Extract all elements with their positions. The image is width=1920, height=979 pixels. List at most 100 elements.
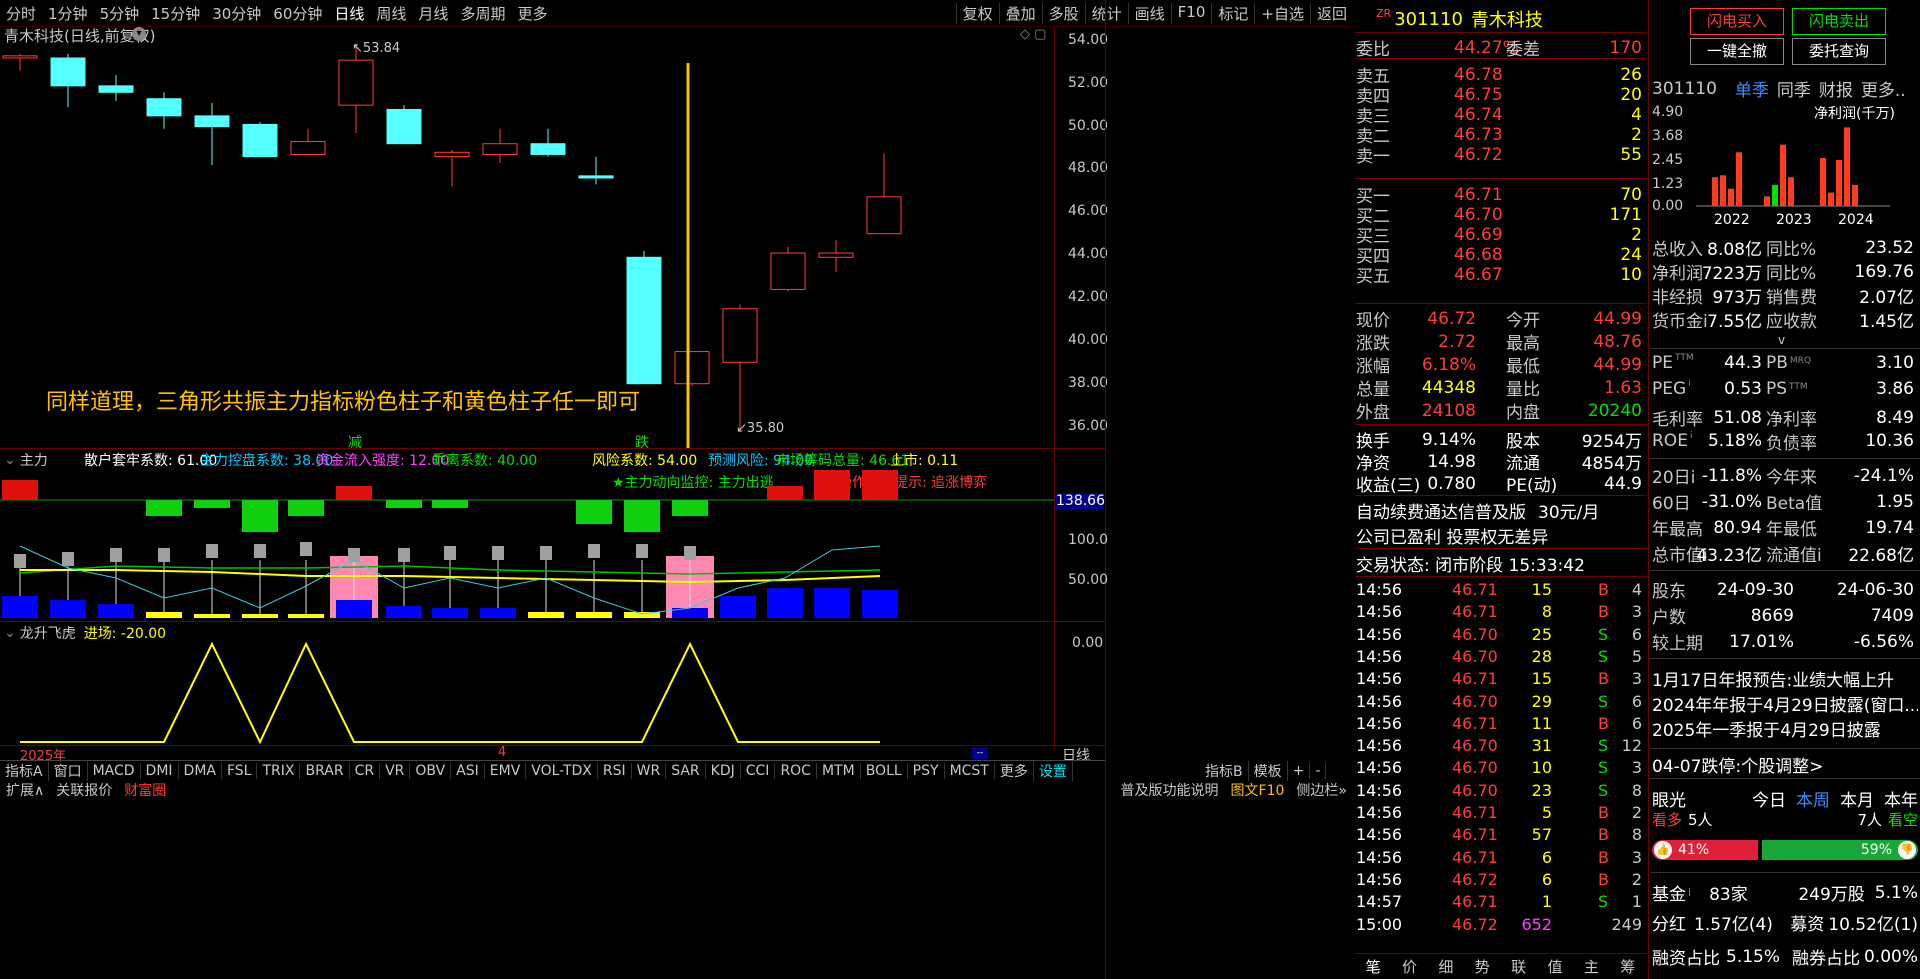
limit-note[interactable]: 04-07跌停:个股调整> [1652, 752, 1823, 777]
news-item[interactable]: 2024年年报于4月29日披露(窗口... [1652, 691, 1918, 716]
period-tab[interactable]: 分时 [0, 3, 42, 24]
eye-tab[interactable]: 本月 [1840, 786, 1874, 811]
period-tab[interactable]: 1分钟 [42, 3, 94, 24]
eye-tab[interactable]: 本周 [1796, 786, 1830, 811]
quote-tab[interactable]: 价 [1391, 956, 1427, 977]
quote-tab[interactable]: 联 [1501, 956, 1537, 977]
dropdown-icon[interactable]: ⌄ [4, 452, 16, 468]
indicator-tab[interactable]: VR [380, 763, 411, 779]
status-link[interactable]: 关联报价 [50, 780, 118, 800]
indicator-tab[interactable]: TRIX [257, 763, 301, 779]
indicator2-chart [20, 641, 880, 745]
period-tab[interactable]: 多周期 [454, 3, 511, 24]
toolbar-button[interactable]: 统计 [1084, 2, 1128, 24]
toolbar-button[interactable]: +自选 [1254, 2, 1310, 24]
indicator-tab[interactable]: 更多 [995, 761, 1034, 781]
expand-icon[interactable]: v [1778, 333, 1785, 347]
status-link[interactable]: 财富圈 [118, 780, 172, 800]
indicator1-bar [862, 470, 898, 500]
toolbar-button[interactable]: 叠加 [998, 2, 1042, 24]
toolbar-button[interactable]: 画线 [1127, 2, 1171, 24]
dropdown-icon[interactable]: ⌄ [4, 625, 16, 641]
indicator1-vol-bar [2, 596, 38, 618]
quote-tab[interactable]: 值 [1537, 956, 1573, 977]
notice-renewal[interactable]: 自动续费通达信普及版 30元/月 [1356, 498, 1599, 523]
indicator-tab[interactable]: 窗口 [49, 761, 88, 781]
indicator-tab[interactable]: EMV [485, 763, 527, 779]
price-tick: 38.00 [1068, 374, 1109, 391]
tick-count: 6 [1631, 624, 1642, 644]
period-tab[interactable]: 15分钟 [145, 3, 206, 24]
period-tab[interactable]: 60分钟 [267, 3, 328, 24]
quote-tab[interactable]: 筹 [1610, 956, 1646, 977]
indicator-tab[interactable]: BOLL [861, 763, 908, 779]
bull-bar[interactable]: 👍 41% [1652, 840, 1758, 860]
flash-buy-button[interactable]: 闪电买入 [1690, 8, 1784, 35]
period-tab[interactable]: 月线 [412, 3, 454, 24]
indicator-tab[interactable]: 指标A [0, 761, 49, 781]
indicator-tab[interactable]: PSY [908, 763, 945, 779]
holder-value: 8669 [1750, 605, 1794, 626]
order-row[interactable]: 买五 46.67 10 [1356, 262, 1646, 288]
indicator-tab[interactable]: DMA [179, 763, 222, 779]
indicator-tab[interactable]: FSL [222, 763, 258, 779]
toolbar-button[interactable]: 标记 [1211, 2, 1254, 24]
period-tab[interactable]: 更多 [511, 3, 553, 24]
indicator-tab-right[interactable]: - [1310, 763, 1327, 779]
quote-tab[interactable]: 主 [1573, 956, 1609, 977]
tick-side: S [1598, 624, 1609, 644]
eye-tab[interactable]: 今日 [1752, 786, 1786, 811]
toolbar-button[interactable]: 复权 [955, 2, 999, 24]
indicator1-vol-bar [146, 612, 182, 618]
indicator-tab[interactable]: SAR [666, 763, 706, 779]
indicator-tab[interactable]: BRAR [300, 763, 350, 779]
indicator-tab[interactable]: RSI [598, 763, 632, 779]
bear-bar[interactable]: 59% 👎 [1762, 840, 1918, 860]
indicator-tab-right[interactable]: 指标B [1200, 761, 1249, 781]
period-tab[interactable]: 周线 [370, 3, 412, 24]
indicator-tab[interactable]: MACD [88, 763, 141, 779]
status-link[interactable]: 普及版功能说明 [1115, 780, 1225, 800]
indicator-tab-right[interactable]: + [1288, 763, 1311, 779]
chart-tool-icons[interactable]: ◇ ▢ [1020, 27, 1046, 42]
period-tab[interactable]: 30分钟 [206, 3, 267, 24]
news-item[interactable]: 2025年一季报于4月29日披露 [1652, 716, 1918, 741]
price-tick: 42.00 [1068, 289, 1109, 305]
cancel-all-button[interactable]: 一键全撤 [1690, 38, 1784, 65]
profit-bar [1820, 158, 1826, 206]
indicator-tab[interactable]: ROC [775, 763, 817, 779]
indicator-tab[interactable]: MTM [817, 763, 861, 779]
scroll-thumb[interactable]: -- [972, 747, 988, 759]
news-item[interactable]: 1月17日年报预告:业绩大幅上升 [1652, 666, 1918, 691]
toolbar-button[interactable]: 多股 [1041, 2, 1085, 24]
quote-tab[interactable]: 势 [1464, 956, 1500, 977]
indicator-tab[interactable]: VOL-TDX [526, 763, 598, 779]
tick-price: 46.71 [1452, 803, 1498, 822]
period-tab[interactable]: 日线 [328, 3, 370, 24]
tick-time: 14:56 [1356, 736, 1403, 756]
quote-tab[interactable]: 笔 [1355, 956, 1391, 977]
indicator-tab[interactable]: ASI [451, 763, 485, 779]
indicator-tab[interactable]: WR [632, 763, 667, 779]
status-link[interactable]: 扩展∧ [0, 780, 50, 800]
indicator-tab[interactable]: 设置 [1034, 761, 1073, 781]
quote-tab[interactable]: 细 [1428, 956, 1464, 977]
eye-tab[interactable]: 本年 [1884, 786, 1918, 811]
toolbar-button[interactable]: F10 [1170, 2, 1212, 24]
indicator-tab-right[interactable]: 模板 [1249, 761, 1288, 781]
info-icon[interactable]: i [1688, 886, 1691, 899]
order-row[interactable]: 卖一 46.72 55 [1356, 142, 1646, 168]
status-link[interactable]: 图文F10 [1225, 780, 1291, 800]
indicator-tab[interactable]: KDJ [706, 763, 741, 779]
status-link[interactable]: 侧边栏» [1290, 780, 1353, 800]
indicator-tab[interactable]: CCI [741, 763, 776, 779]
order-query-button[interactable]: 委托查询 [1792, 38, 1886, 65]
flash-sell-button[interactable]: 闪电卖出 [1792, 8, 1886, 35]
toolbar-button[interactable]: 返回 [1309, 2, 1353, 24]
period-tab[interactable]: 5分钟 [94, 3, 146, 24]
indicator-tab[interactable]: CR [350, 763, 381, 779]
indicator-tab[interactable]: MCST [945, 763, 995, 779]
indicator-tab[interactable]: OBV [410, 763, 452, 779]
indicator-tab[interactable]: DMI [141, 763, 179, 779]
tick-price: 46.70 [1452, 780, 1498, 800]
